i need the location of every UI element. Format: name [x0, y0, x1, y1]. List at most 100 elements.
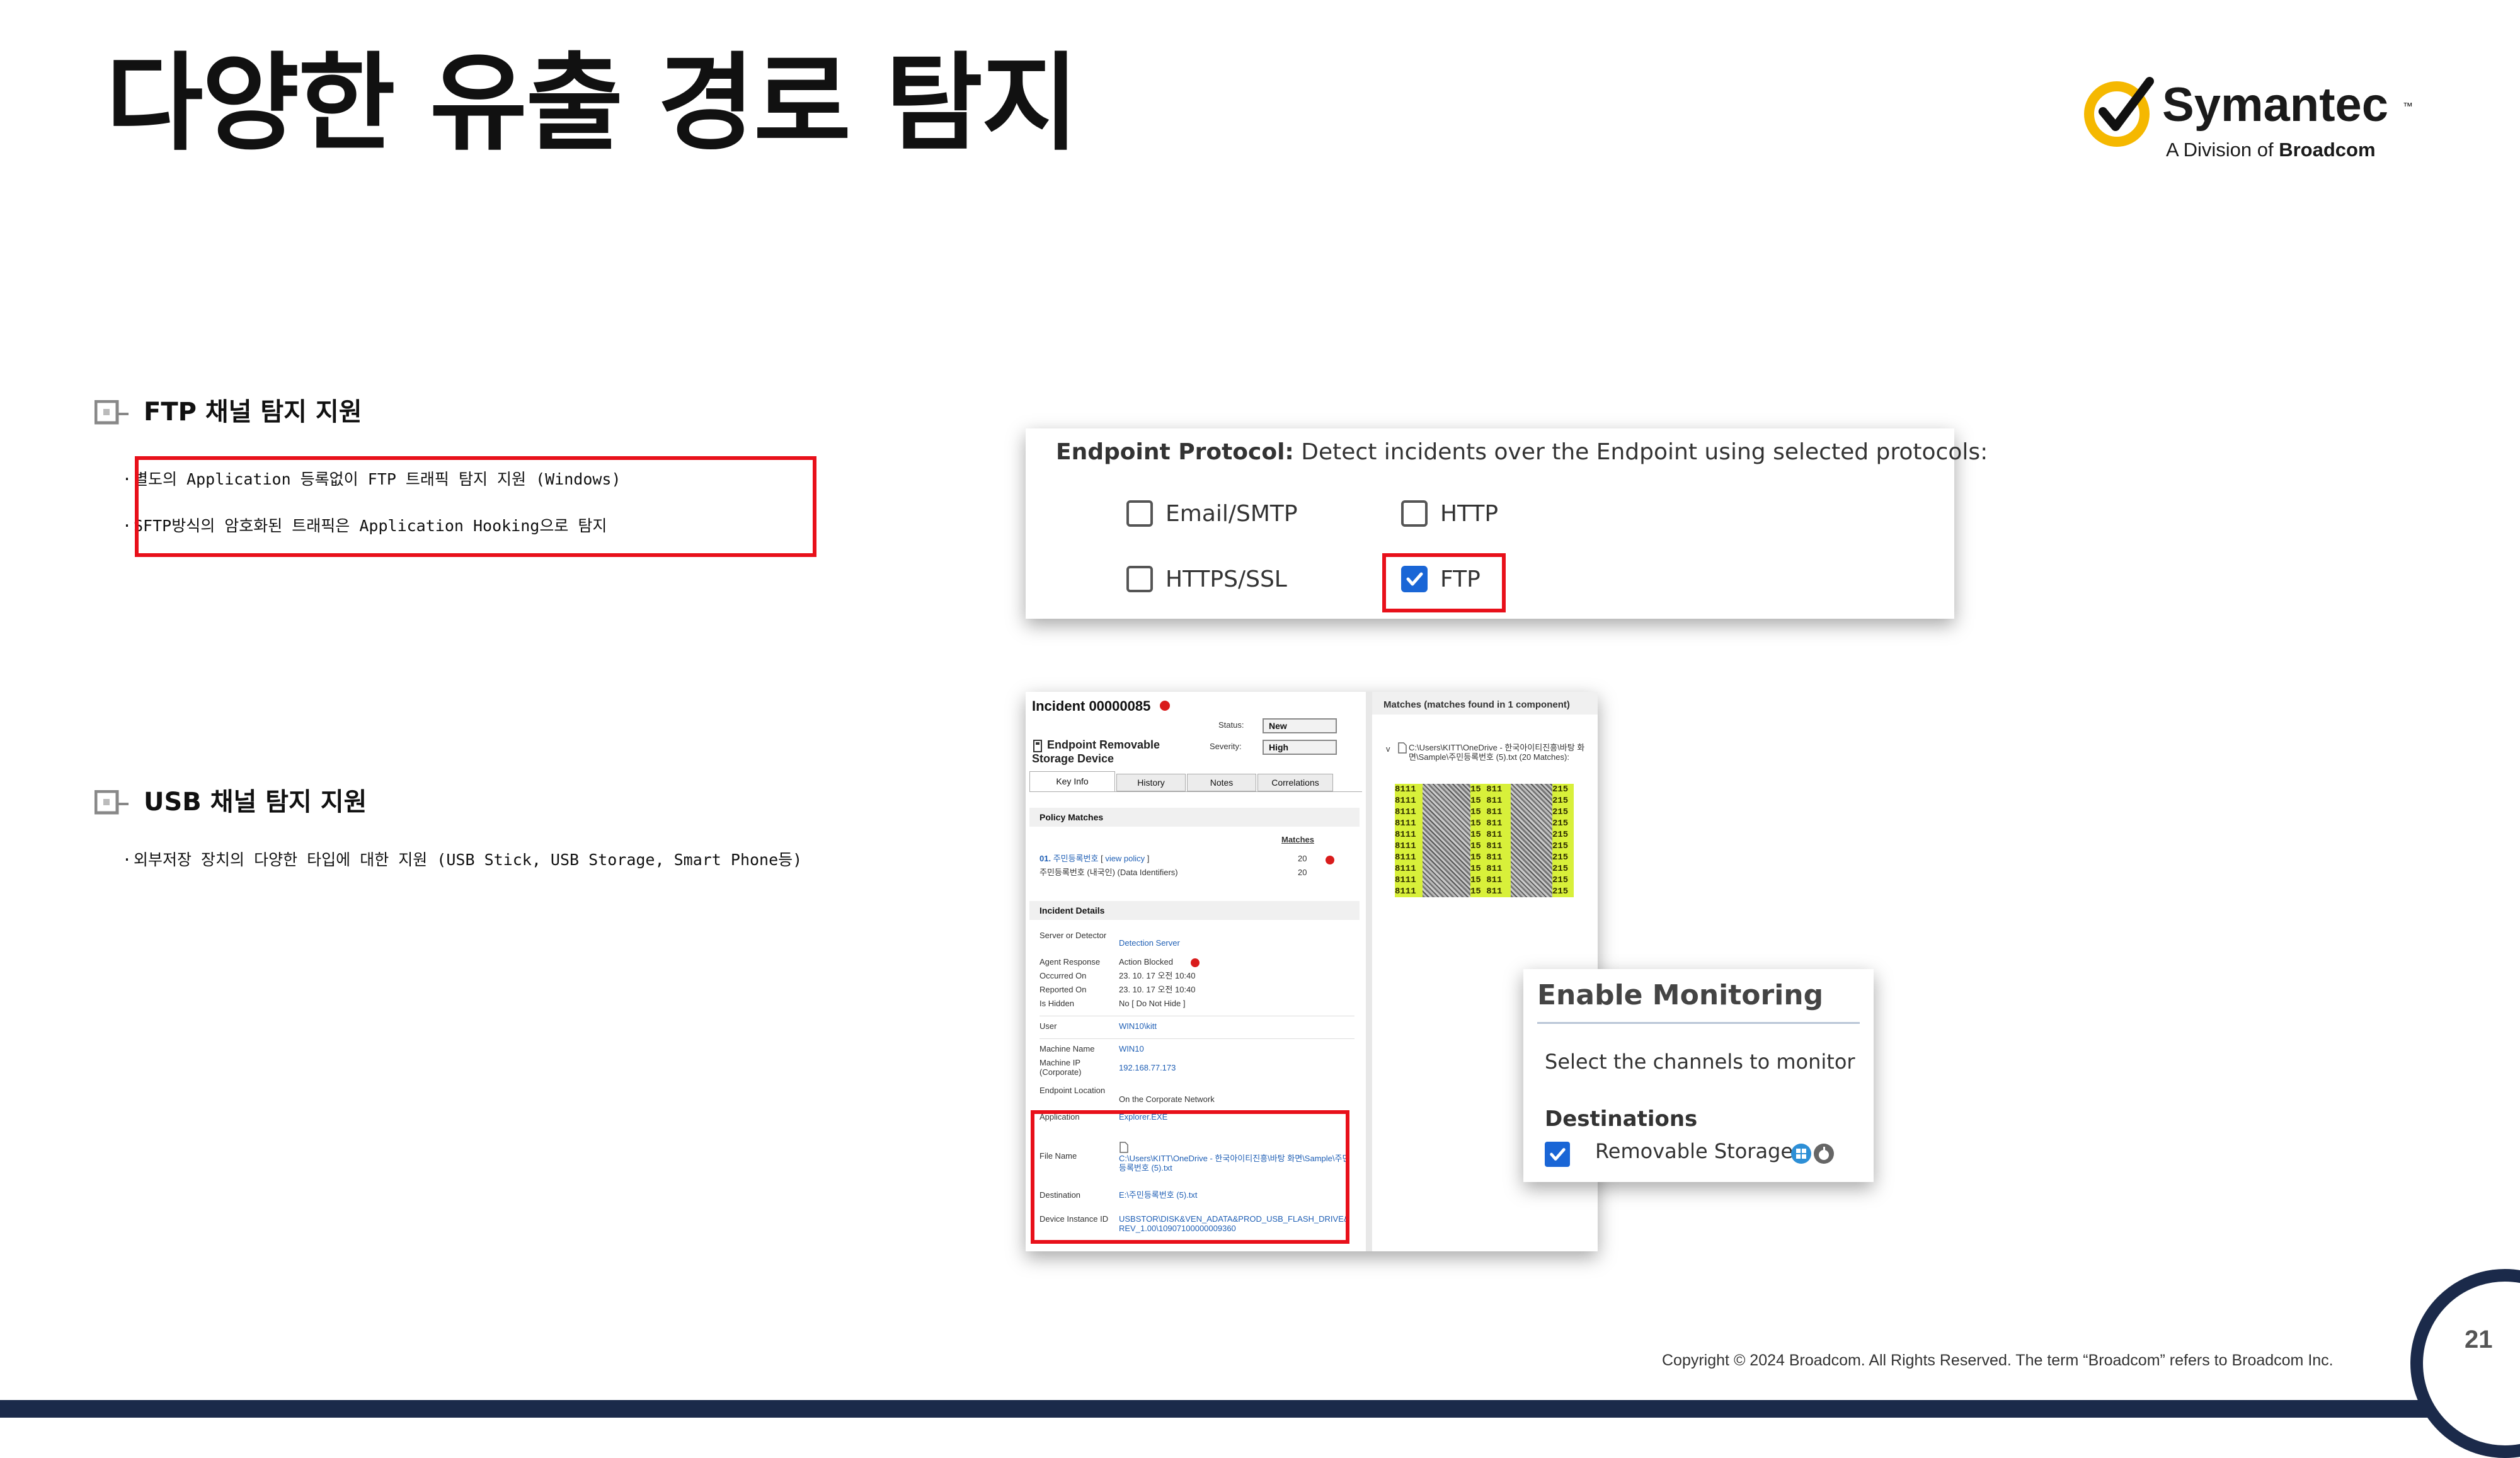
match-prefix-cell: 8111 [1395, 852, 1416, 863]
removable-storage-checkbox[interactable] [1545, 1142, 1570, 1167]
matches-title: Matches (matches found in 1 component) [1383, 699, 1570, 710]
usb-bullet-1: · 외부저장 장치의 다양한 타입에 대한 지원 (USB Stick, USB … [122, 851, 803, 869]
match-suffix-cell: 215 [1552, 830, 1569, 840]
page-number-badge [2410, 1269, 2520, 1458]
https-ssl-checkbox[interactable] [1126, 566, 1153, 592]
detail-value: 23. 10. 17 오전 10:40 [1119, 971, 1196, 980]
match-mid-cell: 15 811 [1470, 887, 1503, 897]
incident-key-info: Incident 00000085 Status: New Severity: … [1026, 692, 1372, 1251]
section-bracket-icon [94, 790, 129, 815]
match-suffix-cell: 215 [1552, 864, 1569, 874]
detail-label: Reported On [1040, 985, 1087, 994]
match-prefix-cell: 8111 [1395, 818, 1416, 829]
match-prefix-cell: 8111 [1395, 864, 1416, 874]
detail-label: Agent Response [1040, 957, 1101, 967]
monitoring-title: Enable Monitoring [1537, 979, 1824, 1011]
tab-key-info[interactable]: Key Info [1029, 771, 1115, 791]
detail-value: Action Blocked [1119, 957, 1173, 967]
detail-value[interactable]: 192.168.77.173 [1119, 1063, 1176, 1073]
tab-correlations[interactable]: Correlations [1257, 774, 1333, 791]
match-suffix-cell: 215 [1552, 887, 1569, 897]
expand-chevron-icon[interactable]: v [1386, 744, 1390, 754]
ftp-highlight-box [135, 456, 816, 557]
blocked-dot-icon [1191, 958, 1200, 967]
file-icon [1398, 742, 1407, 754]
detail-value[interactable]: WIN10\kitt [1119, 1021, 1157, 1031]
detail-value: On the Corporate Network [1119, 1094, 1215, 1104]
match-severity-dot-icon [1326, 856, 1334, 864]
tab-correlations-label: Correlations [1271, 778, 1319, 788]
match-mid-cell: 15 811 [1470, 841, 1503, 851]
policy-row-1-name[interactable]: 주민등록번호 [1053, 854, 1099, 863]
detail-label: Server or Detector [1040, 931, 1107, 940]
match-prefix-cell: 8111 [1395, 807, 1416, 817]
redacted-area [1423, 784, 1470, 897]
match-prefix-cell: 8111 [1395, 796, 1416, 806]
tab-history[interactable]: History [1116, 774, 1186, 791]
https-ssl-label: HTTPS/SSL [1166, 566, 1287, 592]
email-smtp-checkbox[interactable] [1126, 500, 1153, 527]
http-label: HTTP [1440, 501, 1499, 527]
copyright-text: Copyright © 2024 Broadcom. All Rights Re… [1662, 1352, 2334, 1369]
protocol-heading: Endpoint Protocol: Detect incidents over… [1056, 439, 1988, 465]
protocol-heading-bold: Endpoint Protocol: [1056, 439, 1294, 465]
policy-name-line1: Endpoint Removable [1047, 738, 1160, 751]
detail-value: No [ Do Not Hide ] [1119, 999, 1186, 1008]
policy-row-2-count: 20 [1298, 868, 1307, 877]
ftp-section-title: FTP 채널 탐지 지원 [144, 398, 362, 427]
detail-label: Occurred On [1040, 971, 1087, 980]
incident-details-highlight [1031, 1110, 1349, 1244]
detail-label: Machine IP (Corporate) [1040, 1058, 1082, 1077]
ftp-option-highlight [1382, 553, 1506, 612]
detail-value[interactable]: WIN10 [1119, 1044, 1144, 1054]
detail-value[interactable]: Detection Server [1119, 938, 1180, 948]
match-column-mid: 15 811 15 811 15 811 15 811 15 811 15 811 15 8… [1470, 784, 1511, 897]
usb-bullet-1-text: 외부저장 장치의 다양한 타입에 대한 지원 (USB Stick, USB S… [134, 851, 803, 869]
match-prefix-cell: 8111 [1395, 875, 1416, 885]
tab-key-info-label: Key Info [1056, 776, 1089, 786]
logo-wordmark: Symantec [2162, 78, 2389, 132]
detail-value: 23. 10. 17 오전 10:40 [1119, 985, 1196, 994]
detail-label: Endpoint Location [1040, 1086, 1106, 1095]
match-mid-cell: 15 811 [1470, 875, 1503, 885]
page-number: 21 [2465, 1326, 2493, 1353]
match-suffix-cell: 215 [1552, 841, 1569, 851]
detail-label: User [1040, 1021, 1057, 1031]
detail-label: Is Hidden [1040, 999, 1074, 1008]
logo-subtitle-prefix: A Division of [2166, 139, 2279, 161]
match-column-prefix: 8111 8111 8111 8111 8111 8111 8111 8111 8111 8111 [1395, 784, 1423, 897]
policy-matches-header: Policy Matches [1029, 808, 1360, 827]
symantec-check-icon [2084, 77, 2154, 147]
match-mid-cell: 15 811 [1470, 818, 1503, 829]
match-prefix-cell: 8111 [1395, 841, 1416, 851]
destinations-label: Destinations [1545, 1106, 1698, 1132]
footer-bar [0, 1400, 2520, 1418]
view-policy-link[interactable]: view policy [1105, 854, 1145, 863]
match-grid: 8111 8111 8111 8111 8111 8111 8111 8111 8111 8111… [1395, 784, 1574, 897]
policy-name-line2: Storage Device [1032, 752, 1114, 765]
severity-select[interactable]: High [1263, 740, 1337, 755]
match-mid-cell: 15 811 [1470, 864, 1503, 874]
match-suffix-cell: 215 [1552, 784, 1569, 795]
tab-notes[interactable]: Notes [1187, 774, 1256, 791]
match-mid-cell: 15 811 [1470, 807, 1503, 817]
detail-label: Machine Name [1040, 1044, 1095, 1053]
endpoint-protocol-panel: Endpoint Protocol: Detect incidents over… [1026, 428, 1988, 619]
match-prefix-cell: 8111 [1395, 784, 1416, 795]
match-suffix-cell: 215 [1552, 852, 1569, 863]
windows-icon [1791, 1144, 1811, 1164]
removable-storage-label: Removable Storage [1595, 1139, 1794, 1163]
match-suffix-cell: 215 [1552, 818, 1569, 829]
status-select[interactable]: New [1263, 718, 1337, 733]
tab-notes-label: Notes [1210, 778, 1234, 788]
logo-tm: ™ [2403, 101, 2413, 112]
logo-subtitle: A Division of Broadcom [2166, 139, 2376, 161]
match-mid-cell: 15 811 [1470, 784, 1503, 795]
incident-details-header: Incident Details [1029, 901, 1360, 920]
usb-section-title: USB 채널 탐지 지원 [144, 788, 367, 817]
severity-value: High [1269, 742, 1289, 752]
apple-icon [1814, 1144, 1834, 1164]
http-checkbox[interactable] [1401, 500, 1428, 527]
logo-subtitle-brand: Broadcom [2279, 139, 2376, 161]
protocol-heading-text: Detect incidents over the Endpoint using… [1293, 439, 1988, 465]
